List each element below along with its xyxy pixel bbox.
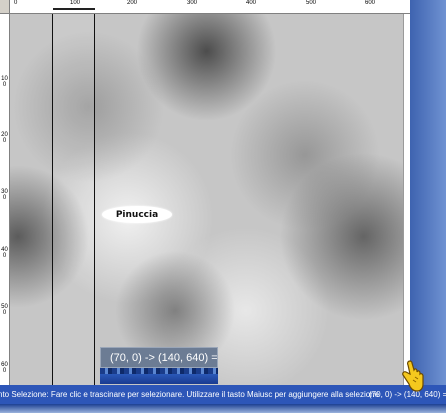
vruler-label-200: 200 [1, 132, 8, 144]
image-canvas[interactable] [10, 14, 403, 385]
selection-area [52, 14, 94, 385]
status-hint-text: nto Selezione: Fare clic e trascinare pe… [0, 390, 380, 399]
hruler-label-500: 500 [306, 0, 317, 6]
ruler-corner [0, 0, 10, 14]
hruler-label-0: 0 [14, 0, 18, 6]
status-bar: nto Selezione: Fare clic e trascinare pe… [0, 385, 446, 404]
selection-coordinates-tooltip: (70, 0) -> (140, 640) = [100, 347, 218, 368]
vruler-label-600: 600 [1, 362, 8, 374]
vruler-label-300: 300 [1, 189, 8, 201]
hruler-label-100: 100 [70, 0, 81, 6]
vruler-label-400: 400 [1, 247, 8, 259]
hruler-selection-marker [53, 8, 95, 10]
hruler-label-600: 600 [365, 0, 376, 6]
vruler-label-500: 500 [1, 304, 8, 316]
desktop-background-strip [410, 0, 446, 385]
hruler-label-300: 300 [187, 0, 198, 6]
thumbnail-strip-base [100, 374, 218, 384]
hruler-label-200: 200 [127, 0, 138, 6]
hand-pointer-icon [402, 360, 424, 392]
vertical-ruler: 100 200 300 400 500 600 [0, 14, 10, 385]
watermark-text: Pinuccia [115, 209, 159, 220]
vertical-scrollbar[interactable] [403, 14, 410, 385]
selection-left-edge [52, 14, 53, 385]
selection-right-edge [94, 14, 95, 385]
image-editor-window: 0 100 200 300 400 500 600 100 200 300 40… [0, 0, 410, 385]
horizontal-ruler: 0 100 200 300 400 500 600 [10, 0, 410, 14]
taskbar-edge [0, 404, 446, 413]
vruler-label-100: 100 [1, 76, 8, 88]
watermark-badge: Pinuccia [102, 206, 172, 223]
hruler-label-400: 400 [246, 0, 257, 6]
